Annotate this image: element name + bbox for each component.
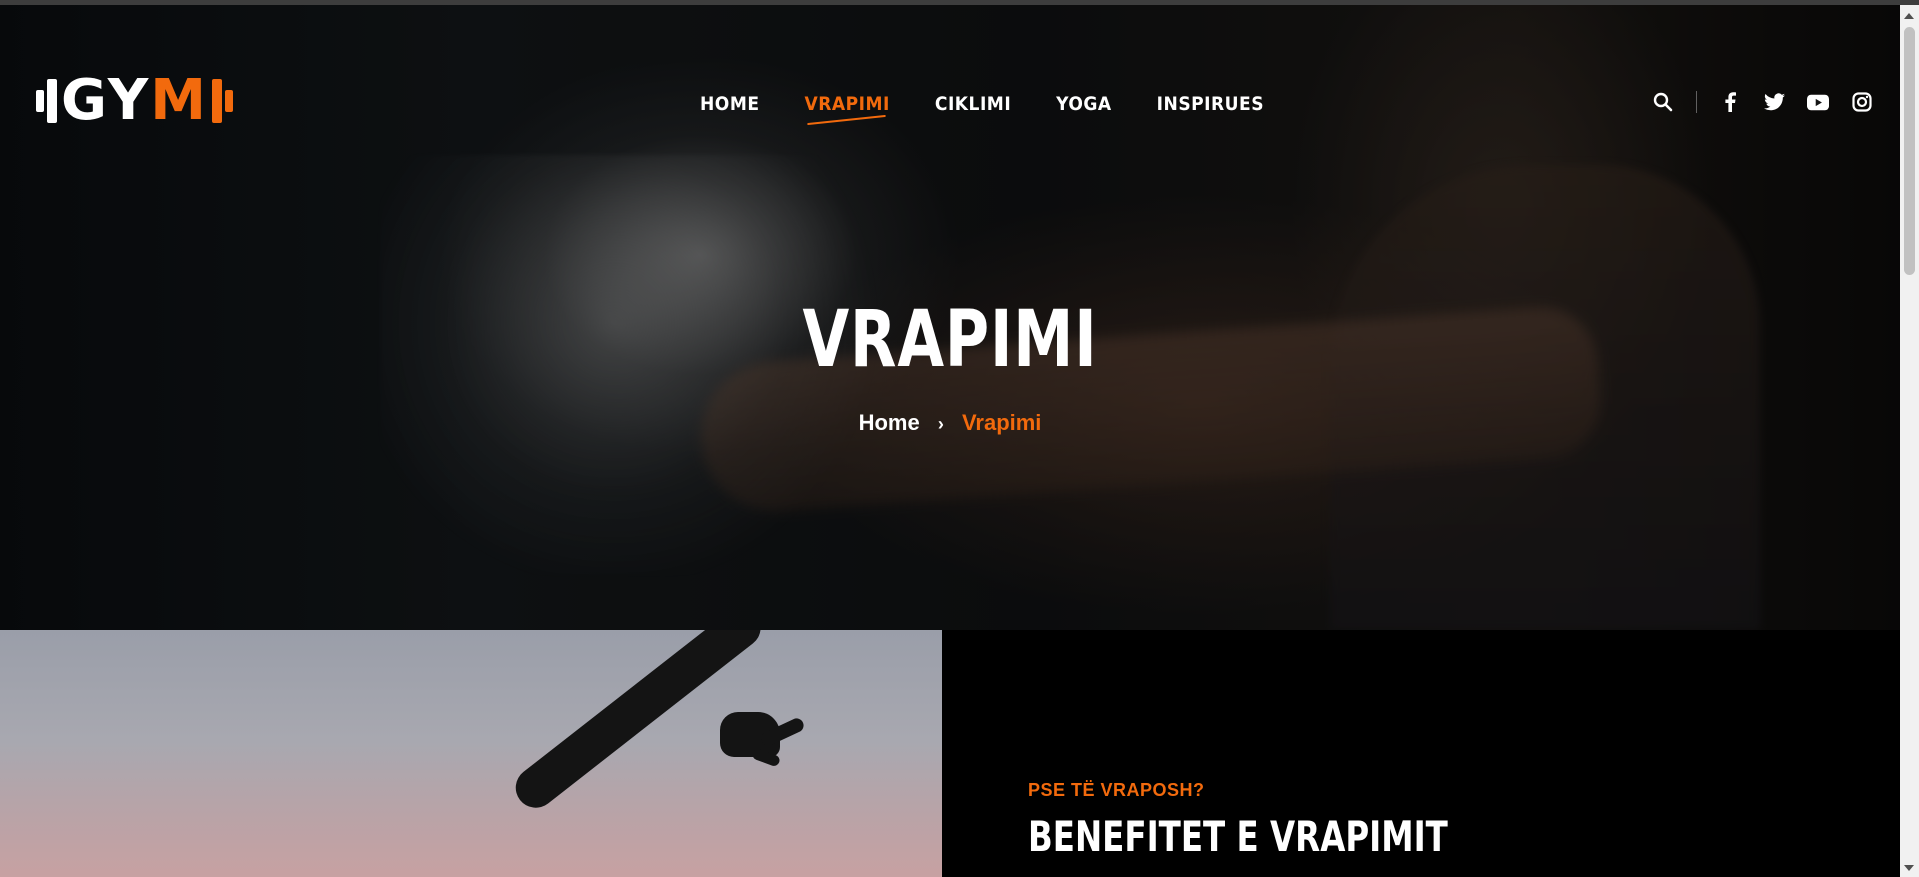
- nav-item-yoga[interactable]: YOGA: [1056, 93, 1111, 115]
- site-logo[interactable]: GYM: [36, 68, 234, 133]
- page-viewport: GYM HOME VRAPIMI CIKLIMI YOGA INSPIRUES: [0, 5, 1900, 877]
- nav-item-ciklimi[interactable]: CIKLIMI: [935, 93, 1011, 115]
- breadcrumb-current: Vrapimi: [961, 410, 1042, 435]
- dumbbell-left-icon: [36, 79, 57, 123]
- benefits-intro-panel: PSE TË VRAPOSH? BENEFITET E VRAPIMIT: [942, 630, 1900, 877]
- logo-text: GYM: [61, 68, 209, 133]
- vertical-scrollbar[interactable]: [1900, 5, 1919, 877]
- scroll-down-arrow-icon[interactable]: [1904, 865, 1914, 871]
- breadcrumb-separator-icon: ›: [937, 414, 944, 434]
- nav-item-inspirues[interactable]: INSPIRUES: [1157, 93, 1264, 115]
- youtube-icon[interactable]: [1807, 91, 1829, 113]
- facebook-icon[interactable]: [1719, 91, 1741, 113]
- scrollbar-thumb[interactable]: [1904, 27, 1915, 275]
- runner-silhouette-image: [0, 630, 942, 877]
- instagram-icon[interactable]: [1851, 91, 1873, 113]
- hero-banner: GYM HOME VRAPIMI CIKLIMI YOGA INSPIRUES: [0, 5, 1900, 630]
- dumbbell-right-icon: [212, 79, 234, 123]
- header-actions: [1652, 91, 1873, 113]
- header-divider: [1696, 91, 1697, 113]
- breadcrumb-home-link[interactable]: Home: [859, 410, 920, 435]
- scroll-up-arrow-icon[interactable]: [1904, 13, 1914, 19]
- search-icon[interactable]: [1652, 91, 1674, 113]
- site-header: GYM HOME VRAPIMI CIKLIMI YOGA INSPIRUES: [0, 5, 1900, 155]
- page-title: VRAPIMI: [802, 295, 1098, 385]
- twitter-icon[interactable]: [1763, 91, 1785, 113]
- main-nav: HOME VRAPIMI CIKLIMI YOGA INSPIRUES: [700, 93, 1264, 115]
- nav-item-vrapimi[interactable]: VRAPIMI: [805, 93, 890, 115]
- section-title: BENEFITET E VRAPIMIT: [1028, 812, 1448, 861]
- section-eyebrow: PSE TË VRAPOSH?: [1028, 780, 1205, 800]
- nav-item-home[interactable]: HOME: [700, 93, 760, 115]
- breadcrumb: Home › Vrapimi: [0, 410, 1900, 436]
